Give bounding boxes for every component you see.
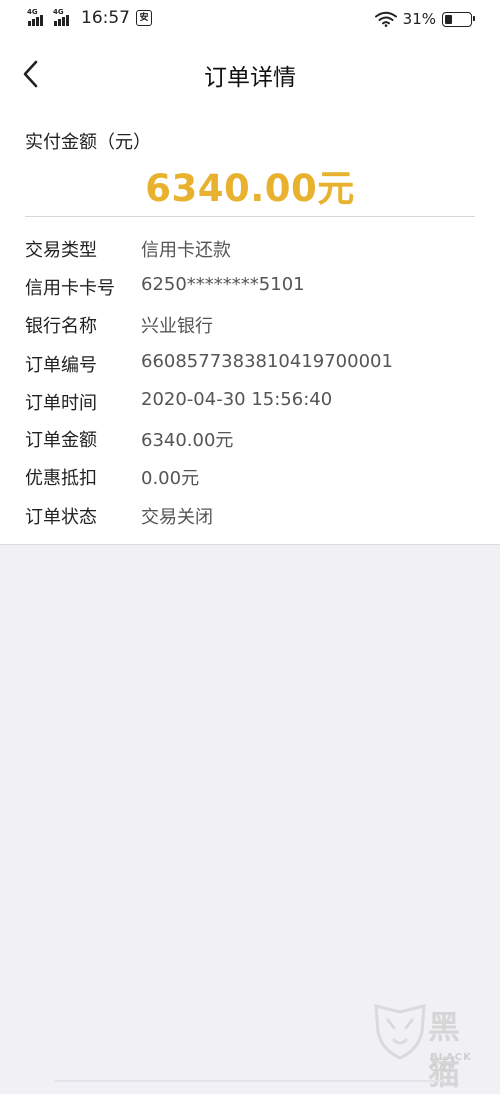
watermark-subtext: BLACK CAT	[430, 1052, 472, 1074]
page-title: 订单详情	[204, 65, 296, 91]
black-cat-logo-icon	[374, 1004, 426, 1060]
status-left: 4G 4G 16:57 安	[27, 8, 152, 28]
status-right: 31%	[374, 10, 475, 28]
status-time: 16:57	[81, 8, 130, 28]
order-detail-card: 实付金额（元） 6340.00元 交易类型 信用卡还款 信用卡卡号 6250**…	[0, 106, 500, 545]
detail-value: 6340.00元	[141, 430, 234, 451]
detail-value: 兴业银行	[141, 316, 213, 337]
watermark: 黑猫 BLACK CAT	[372, 1000, 492, 1092]
detail-label: 订单金额	[25, 430, 97, 451]
detail-value: 交易关闭	[141, 507, 213, 528]
battery-icon	[442, 11, 475, 27]
status-bar: 4G 4G 16:57 安 31%	[0, 0, 500, 40]
detail-label: 订单时间	[25, 393, 97, 414]
paid-amount-label: 实付金额（元）	[25, 132, 151, 153]
detail-label: 订单状态	[25, 507, 97, 528]
wifi-icon	[374, 11, 397, 27]
detail-label: 订单编号	[25, 355, 97, 376]
detail-label: 优惠抵扣	[25, 468, 97, 489]
detail-label: 信用卡卡号	[25, 278, 115, 299]
detail-value: 6608577383810419700001	[141, 351, 393, 372]
bottom-edge	[55, 1080, 445, 1082]
detail-value: 2020-04-30 15:56:40	[141, 389, 333, 410]
detail-label: 交易类型	[25, 240, 97, 261]
detail-label: 银行名称	[25, 316, 97, 337]
detail-value: 0.00元	[141, 468, 200, 489]
detail-value: 信用卡还款	[141, 240, 231, 261]
notification-app-icon: 安	[136, 10, 152, 26]
detail-value: 6250********5101	[141, 274, 305, 295]
navigation-bar: 订单详情	[0, 40, 500, 106]
paid-amount-value: 6340.00元	[145, 167, 355, 210]
battery-percent: 31%	[402, 10, 436, 28]
divider	[25, 216, 475, 217]
signal-icon: 4G	[27, 8, 49, 26]
signal-icon: 4G	[53, 8, 75, 26]
